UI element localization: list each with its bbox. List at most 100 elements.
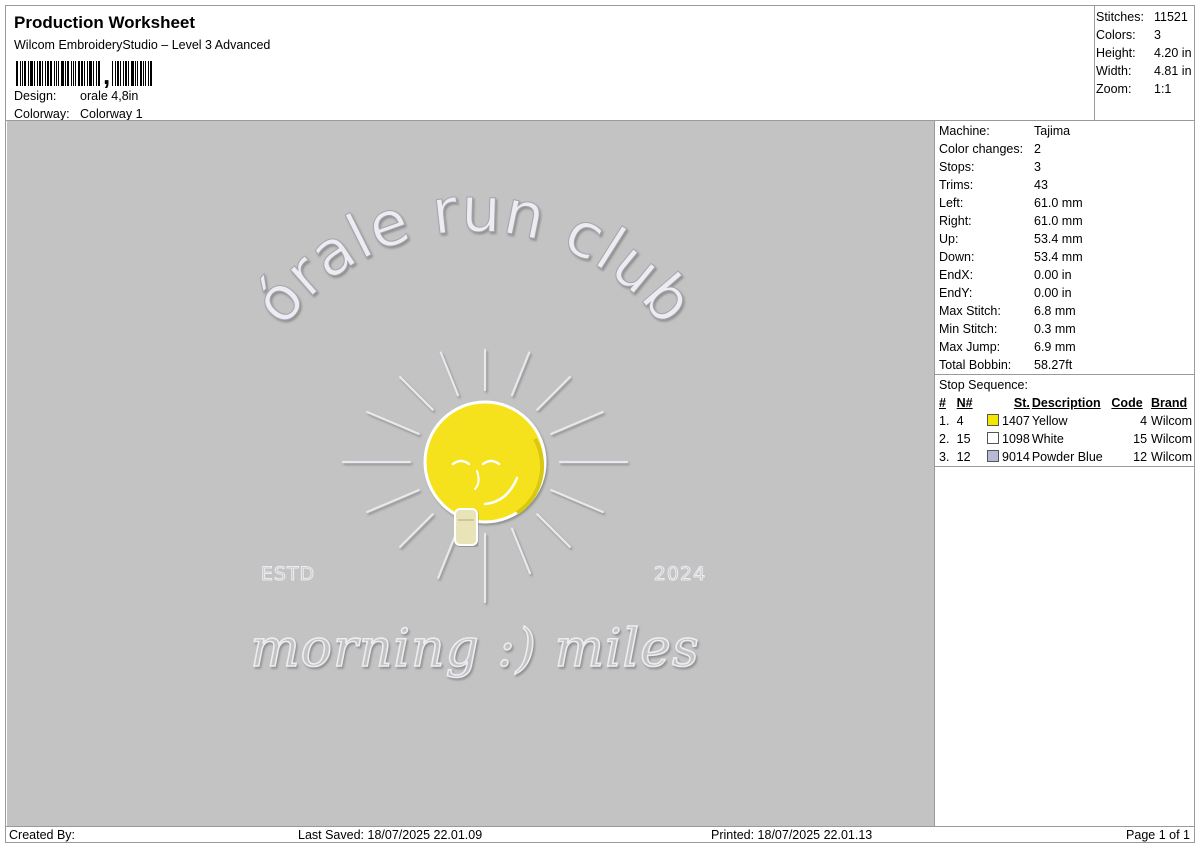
barcode-bar <box>115 61 117 86</box>
machine-info-label: EndX: <box>939 268 974 282</box>
summary-row: Zoom: 1:1 <box>1096 80 1196 98</box>
stop-code: 4 <box>1140 414 1148 428</box>
barcode-bar <box>87 61 88 86</box>
sun-ray <box>366 410 420 435</box>
barcode-bar <box>137 61 139 86</box>
summary-value: 11521 <box>1154 10 1188 24</box>
summary-label: Height: <box>1096 46 1136 60</box>
printed-date: Printed: 18/07/2025 22.01.13 <box>711 828 873 842</box>
barcode-bar <box>81 61 83 86</box>
barcode-bar <box>123 61 125 86</box>
summary-label: Colors: <box>1096 28 1136 42</box>
machine-info-label: Down: <box>939 250 975 264</box>
barcode-bar <box>96 61 97 86</box>
barcode-bar <box>22 61 23 86</box>
machine-info-row: Down: 53.4 mm <box>939 248 1194 266</box>
machine-info-value: 3 <box>1034 160 1041 174</box>
machine-info-row: Up: 53.4 mm <box>939 230 1194 248</box>
sun-ray <box>510 351 531 397</box>
machine-info-value: 0.00 in <box>1034 268 1072 282</box>
machine-info-row: Max Jump: 6.9 mm <box>939 338 1194 356</box>
machine-info-label: Trims: <box>939 178 974 192</box>
stop-needle: 4 <box>956 414 964 428</box>
machine-info-label: Up: <box>939 232 959 246</box>
design-label: Design: <box>14 89 57 103</box>
sun-face <box>423 400 547 546</box>
design-value: orale 4,8in <box>80 89 139 103</box>
design-summary: Stitches: 11521 Colors: 3 Height: 4.20 in W… <box>1096 8 1196 98</box>
stop-brand: Wilcom <box>1151 414 1192 428</box>
machine-info-value: Tajima <box>1034 124 1071 138</box>
machine-info-row: Machine: Tajima <box>939 122 1194 140</box>
barcode-bar <box>16 61 18 86</box>
stop-stitches: 1098 <box>1002 432 1030 446</box>
machine-info-row: Trims: 43 <box>939 176 1194 194</box>
machine-info-label: Machine: <box>939 124 990 138</box>
sun-ray <box>550 489 604 514</box>
machine-info-value: 53.4 mm <box>1034 232 1083 246</box>
barcode-bar <box>135 61 137 86</box>
arc-text: órale run club <box>239 173 709 338</box>
barcode-bar <box>145 61 147 86</box>
machine-info-value: 61.0 mm <box>1034 196 1083 210</box>
barcode: , <box>16 58 153 88</box>
barcode-bar <box>37 61 38 86</box>
stop-index: 2. <box>939 432 950 446</box>
last-saved: Last Saved: 18/07/2025 22.01.09 <box>298 828 483 842</box>
machine-info-panel: Machine: Tajima Color changes: 2 Stops: 3 Trim… <box>939 122 1194 374</box>
summary-row: Colors: 3 <box>1096 26 1196 44</box>
summary-row: Width: 4.81 in <box>1096 62 1196 80</box>
estd-text: ESTD <box>261 563 315 585</box>
col-stitches: St. <box>1013 396 1030 410</box>
machine-info-row: Color changes: 2 <box>939 140 1194 158</box>
barcode-bar <box>93 61 94 86</box>
stop-sequence-rows: 1. 4 1407 Yellow 4 Wilcom 2. 15 1098 White 15 Wilco… <box>939 412 1194 466</box>
cup-icon <box>454 508 478 546</box>
stop-sequence-table: # N# St. Description Code Brand 1. 4 1407 Y… <box>939 394 1194 466</box>
footer: Created By: Last Saved: 18/07/2025 22.01… <box>6 827 1194 843</box>
stop-sequence-panel: Stop Sequence: # N# St. Description Code… <box>939 376 1194 466</box>
barcode-bar <box>61 61 64 86</box>
stop-description: Yellow <box>1031 414 1068 428</box>
machine-info-row: EndY: 0.00 in <box>939 284 1194 302</box>
machine-info-value: 61.0 mm <box>1034 214 1083 228</box>
barcode-bar <box>65 61 66 86</box>
stop-row: 3. 12 9014 Powder Blue 12 Wilcom <box>939 448 1194 466</box>
barcode-bar <box>30 61 33 86</box>
barcode-bar <box>75 61 76 86</box>
summary-label: Width: <box>1096 64 1132 78</box>
machine-info-row: EndX: 0.00 in <box>939 266 1194 284</box>
header-info: Production Worksheet Wilcom EmbroiderySt… <box>12 11 1095 122</box>
barcode-bar <box>56 61 57 86</box>
machine-info-row: Max Stitch: 6.8 mm <box>939 302 1194 320</box>
summary-label: Stitches: <box>1096 10 1144 24</box>
color-swatch <box>987 414 1000 426</box>
sun-ray <box>510 527 532 575</box>
barcode-bar <box>28 61 29 86</box>
machine-info-value: 6.9 mm <box>1034 340 1076 354</box>
barcode-bar <box>143 61 145 86</box>
machine-info-row: Right: 61.0 mm <box>939 212 1194 230</box>
machine-info-value: 0.3 mm <box>1034 322 1076 336</box>
sun-ray <box>536 376 572 411</box>
machine-info-row: Stops: 3 <box>939 158 1194 176</box>
summary-row: Height: 4.20 in <box>1096 44 1196 62</box>
sun-ray <box>536 513 572 548</box>
stop-stitches: 9014 <box>1002 450 1030 464</box>
stop-needle: 12 <box>956 450 971 464</box>
barcode-bar <box>89 61 92 86</box>
stop-needle: 15 <box>956 432 971 446</box>
barcode-bar <box>150 61 153 86</box>
machine-info-value: 6.8 mm <box>1034 304 1076 318</box>
stop-brand: Wilcom <box>1151 432 1192 446</box>
stop-code: 12 <box>1133 450 1148 464</box>
barcode-bar <box>58 61 59 86</box>
barcode-bar <box>73 61 74 86</box>
barcode-bar <box>84 61 85 86</box>
sun-ray <box>366 489 420 514</box>
embroidery-design: órale run club ESTD 2024 morning :) mile… <box>238 172 709 680</box>
barcode-bar <box>47 61 49 86</box>
sun-ray <box>399 376 434 411</box>
stop-row: 1. 4 1407 Yellow 4 Wilcom <box>939 412 1194 430</box>
stop-index: 3. <box>939 450 950 464</box>
